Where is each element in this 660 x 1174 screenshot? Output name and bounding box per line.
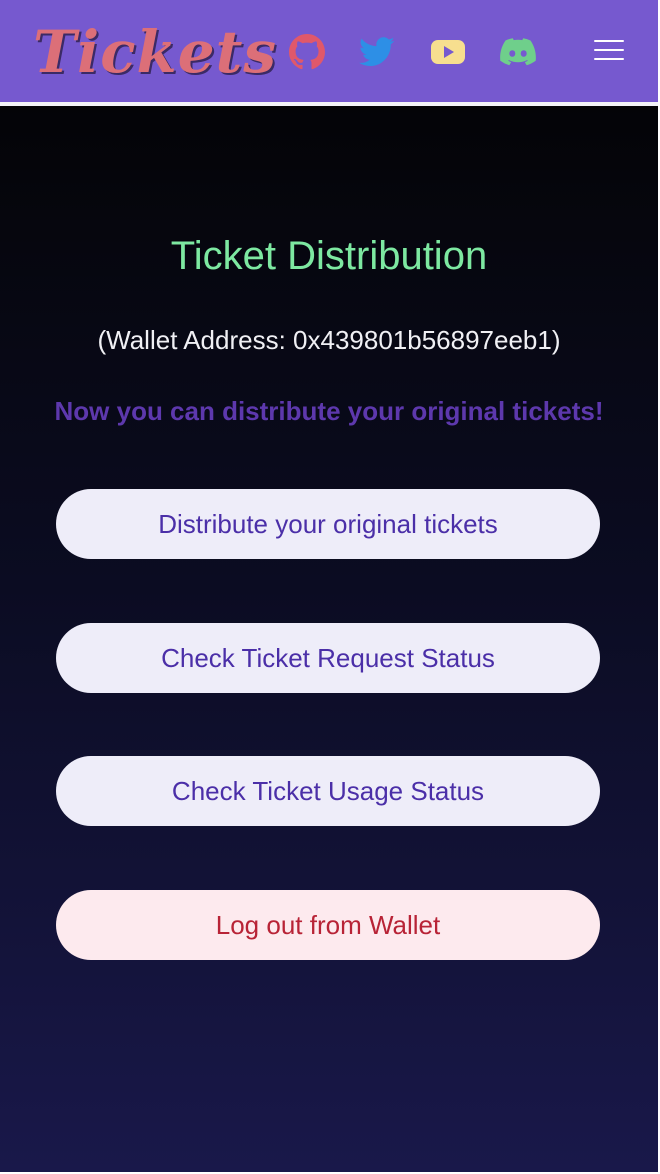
check-usage-status-button[interactable]: Check Ticket Usage Status — [56, 756, 600, 826]
wallet-address: (Wallet Address: 0x439801b56897eeb1) — [97, 325, 561, 355]
page-title: Ticket Distribution — [170, 234, 488, 278]
status-message: Now you can distribute your original tic… — [54, 396, 604, 426]
logout-button[interactable]: Log out from Wallet — [56, 890, 600, 960]
site-logo[interactable]: Tickets — [33, 15, 277, 89]
discord-icon[interactable] — [500, 34, 536, 70]
main-content: Ticket Distribution (Wallet Address: 0x4… — [0, 106, 658, 1172]
hamburger-menu-icon[interactable] — [594, 38, 626, 64]
distribute-tickets-button[interactable]: Distribute your original tickets — [56, 489, 600, 559]
page: Tickets Ticket Distribution (Wallet Addr… — [0, 0, 658, 1174]
check-request-status-button[interactable]: Check Ticket Request Status — [56, 623, 600, 693]
top-navbar: Tickets — [0, 0, 658, 106]
twitter-icon[interactable] — [359, 34, 395, 70]
menu-bar — [594, 58, 624, 60]
menu-bar — [594, 49, 624, 51]
github-icon[interactable] — [289, 34, 325, 70]
menu-bar — [594, 40, 624, 42]
youtube-icon[interactable] — [430, 34, 466, 70]
